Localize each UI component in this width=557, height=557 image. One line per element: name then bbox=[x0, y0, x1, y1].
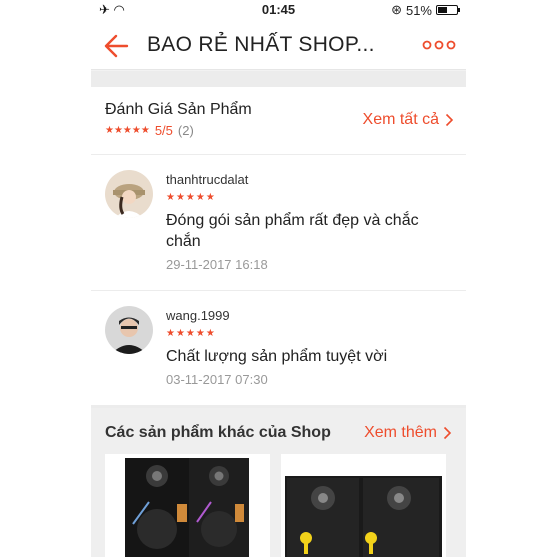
see-more-link[interactable]: Xem thêm bbox=[364, 424, 452, 442]
nav-bar: BAO RẺ NHẤT SHOP... bbox=[91, 20, 466, 70]
avatar[interactable] bbox=[105, 306, 153, 354]
battery-icon bbox=[436, 5, 460, 15]
speaker-product-image bbox=[105, 454, 270, 557]
shop-title: BAO RẺ NHẤT SHOP... bbox=[147, 33, 375, 56]
view-all-label: Xem tất cả bbox=[362, 111, 439, 128]
product-reviews: Đánh Giá Sản Phẩm ★★★★★ 5/5 (2) Xem tất … bbox=[91, 87, 466, 405]
more-options-icon[interactable] bbox=[422, 36, 456, 54]
review-username: wang.1999 bbox=[166, 308, 230, 323]
review-comment: Đóng gói sản phẩm rất đẹp và chắc chắn bbox=[166, 212, 419, 250]
product-card[interactable] bbox=[281, 454, 446, 557]
phone-screen: ✈ ◠ 01:45 ⊛ 51% BAO RẺ NHẤT SHOP... Đánh… bbox=[91, 0, 466, 557]
review-date: 03-11-2017 07:30 bbox=[166, 372, 268, 387]
speaker-product-image bbox=[281, 454, 446, 557]
back-arrow-icon[interactable] bbox=[101, 30, 133, 62]
product-card[interactable] bbox=[105, 454, 270, 557]
battery-percent: 51% bbox=[405, 2, 432, 18]
rating-stars: ★★★★★ bbox=[105, 125, 150, 136]
review-comment: Chất lượng sản phẩm tuyệt vời bbox=[166, 348, 388, 365]
view-all-reviews-link[interactable]: Xem tất cả bbox=[363, 111, 454, 129]
see-more-label: Xem thêm bbox=[364, 424, 437, 441]
review-item: thanhtrucdalat ★★★★★ Đóng gói sản phẩm r… bbox=[91, 156, 466, 291]
avatar[interactable] bbox=[105, 170, 153, 218]
rotation-lock-icon: ⊛ bbox=[391, 2, 402, 17]
chevron-right-icon bbox=[443, 426, 452, 440]
review-date: 29-11-2017 16:18 bbox=[166, 257, 268, 272]
reviews-rating: ★★★★★ 5/5 (2) bbox=[105, 123, 194, 138]
status-bar: ✈ ◠ 01:45 ⊛ 51% bbox=[91, 0, 466, 20]
reviews-header: Đánh Giá Sản Phẩm ★★★★★ 5/5 (2) Xem tất … bbox=[91, 87, 466, 155]
rating-score: 5/5 bbox=[154, 123, 173, 138]
status-right: ⊛ 51% bbox=[391, 2, 460, 18]
other-products-section: Các sản phẩm khác của Shop Xem thêm bbox=[91, 408, 466, 557]
other-products-title: Các sản phẩm khác của Shop bbox=[105, 424, 331, 441]
review-stars: ★★★★★ bbox=[166, 328, 216, 339]
section-divider bbox=[91, 71, 466, 87]
chevron-right-icon bbox=[445, 113, 454, 127]
review-stars: ★★★★★ bbox=[166, 192, 216, 203]
rating-count: (2) bbox=[177, 123, 194, 138]
review-username: thanhtrucdalat bbox=[166, 172, 249, 187]
reviews-title: Đánh Giá Sản Phẩm bbox=[105, 101, 252, 118]
